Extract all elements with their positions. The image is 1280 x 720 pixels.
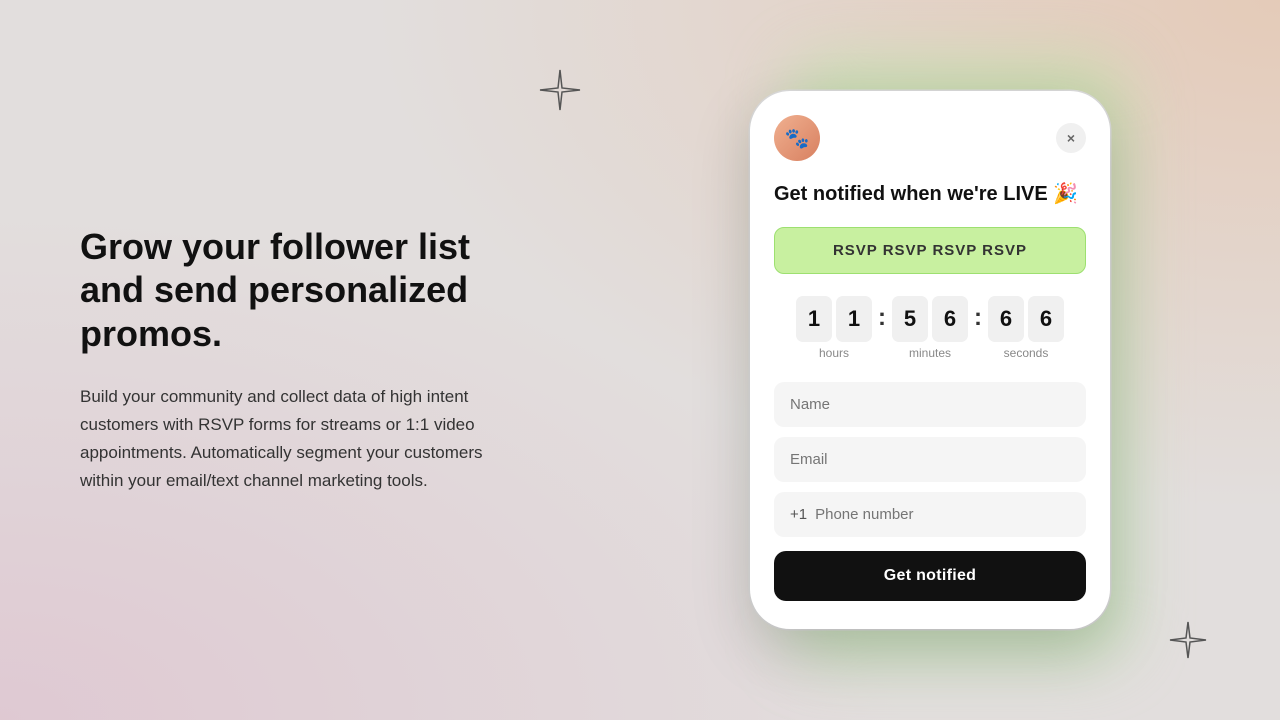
seconds-digits: 6 6	[988, 296, 1064, 342]
minutes-digit-2: 6	[932, 296, 968, 342]
brand-avatar: 🐾	[774, 115, 820, 161]
right-section: 🐾 × Get notified when we're LIVE 🎉 RSVP …	[580, 0, 1280, 720]
hours-label: hours	[819, 346, 849, 360]
hours-digit-1: 1	[796, 296, 832, 342]
seconds-group: 6 6 seconds	[988, 296, 1064, 360]
card-heading: Get notified when we're LIVE 🎉	[774, 181, 1086, 207]
left-section: Grow your follower list and send persona…	[0, 165, 580, 555]
hours-digits: 1 1	[796, 296, 872, 342]
minutes-digit-1: 5	[892, 296, 928, 342]
phone-input[interactable]	[815, 492, 1070, 537]
minutes-group: 5 6 minutes	[892, 296, 968, 360]
get-notified-button[interactable]: Get notified	[774, 551, 1086, 601]
phone-prefix: +1	[790, 506, 807, 523]
phone-mockup: 🐾 × Get notified when we're LIVE 🎉 RSVP …	[750, 91, 1110, 629]
minutes-digits: 5 6	[892, 296, 968, 342]
sub-text: Build your community and collect data of…	[80, 383, 520, 495]
seconds-digit-2: 6	[1028, 296, 1064, 342]
star-decoration-top	[538, 68, 582, 117]
name-input[interactable]	[774, 382, 1086, 427]
rsvp-button[interactable]: RSVP RSVP RSVP RSVP	[774, 227, 1086, 274]
star-decoration-bottom	[1168, 620, 1208, 665]
email-input[interactable]	[774, 437, 1086, 482]
content-wrapper: Grow your follower list and send persona…	[0, 0, 1280, 720]
hours-group: 1 1 hours	[796, 296, 872, 360]
minutes-label: minutes	[909, 346, 951, 360]
seconds-label: seconds	[1004, 346, 1049, 360]
close-button[interactable]: ×	[1056, 123, 1086, 153]
brand-avatar-icon: 🐾	[774, 115, 820, 161]
phone-top-bar: 🐾 ×	[774, 115, 1086, 161]
countdown-timer: 1 1 hours : 5 6 minutes : 6	[774, 296, 1086, 360]
main-heading: Grow your follower list and send persona…	[80, 225, 520, 355]
seconds-digit-1: 6	[988, 296, 1024, 342]
phone-field-wrapper: +1	[774, 492, 1086, 537]
colon-2: :	[972, 296, 984, 332]
colon-1: :	[876, 296, 888, 332]
hours-digit-2: 1	[836, 296, 872, 342]
